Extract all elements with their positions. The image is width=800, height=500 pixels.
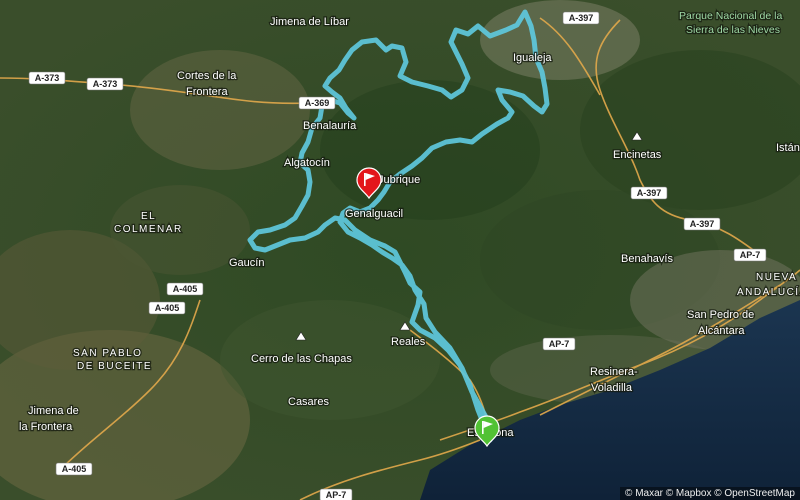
map-attribution[interactable]: © Maxar © Mapbox © OpenStreetMap bbox=[620, 487, 800, 500]
road-shield: A-397 bbox=[630, 186, 668, 200]
satellite-map[interactable]: Jimena de Líbar Parque Nacional de la Si… bbox=[0, 0, 800, 500]
svg-text:AP-7: AP-7 bbox=[549, 339, 570, 349]
svg-text:A-397: A-397 bbox=[569, 13, 594, 23]
place-label: Istán bbox=[776, 142, 800, 154]
svg-text:A-369: A-369 bbox=[305, 98, 330, 108]
road-shield: A-405 bbox=[166, 282, 204, 296]
place-label: Alcántara bbox=[698, 325, 745, 337]
road-shield: A-373 bbox=[28, 71, 66, 85]
svg-text:A-373: A-373 bbox=[93, 79, 118, 89]
place-label: COLMENAR bbox=[114, 224, 183, 235]
place-label: Benalauría bbox=[303, 120, 357, 132]
svg-text:A-397: A-397 bbox=[690, 219, 715, 229]
place-label: ANDALUCÍA bbox=[737, 285, 800, 298]
svg-text:A-405: A-405 bbox=[155, 303, 180, 313]
place-label: Gaucín bbox=[229, 257, 264, 269]
svg-text:A-373: A-373 bbox=[35, 73, 60, 83]
place-label: Benahavís bbox=[621, 253, 673, 265]
place-label: Frontera bbox=[186, 86, 228, 98]
place-label: Encinetas bbox=[613, 149, 662, 161]
place-label: Parque Nacional de la bbox=[679, 10, 782, 22]
road-shield: A-373 bbox=[86, 77, 124, 91]
svg-text:A-397: A-397 bbox=[637, 188, 662, 198]
road-shield: A-397 bbox=[683, 217, 721, 231]
place-label: Jimena de Líbar bbox=[270, 16, 349, 28]
road-shield: AP-7 bbox=[319, 488, 353, 500]
place-label: San Pedro de bbox=[687, 309, 754, 321]
place-label: Casares bbox=[288, 396, 329, 408]
place-label: Sierra de las Nieves bbox=[686, 24, 780, 36]
place-label: DE BUCEITE bbox=[77, 361, 152, 372]
road-shield: AP-7 bbox=[542, 337, 576, 351]
place-label: Reales bbox=[391, 336, 426, 348]
place-label: SAN PABLO bbox=[73, 348, 142, 359]
road-shield: A-405 bbox=[148, 301, 186, 315]
place-label: Igualeja bbox=[513, 52, 552, 64]
place-label: EL bbox=[141, 211, 156, 222]
svg-text:A-405: A-405 bbox=[173, 284, 198, 294]
svg-text:AP-7: AP-7 bbox=[326, 490, 347, 500]
place-label: Genalguacil bbox=[345, 208, 403, 220]
place-label: Jimena de bbox=[28, 405, 79, 417]
svg-text:AP-7: AP-7 bbox=[740, 250, 761, 260]
place-label: Voladilla bbox=[591, 382, 633, 394]
road-shield: A-405 bbox=[55, 462, 93, 476]
place-label: Algatocín bbox=[284, 157, 330, 169]
place-label: Cerro de las Chapas bbox=[251, 353, 352, 365]
place-label: la Frontera bbox=[19, 421, 73, 433]
road-shield: A-397 bbox=[562, 11, 600, 25]
place-label: Cortes de la bbox=[177, 70, 237, 82]
place-label: Jubrique bbox=[378, 174, 420, 186]
place-label: NUEVA bbox=[756, 272, 797, 283]
road-shield: AP-7 bbox=[733, 248, 767, 262]
svg-text:A-405: A-405 bbox=[62, 464, 87, 474]
place-label: Resinera- bbox=[590, 366, 638, 378]
road-shield: A-369 bbox=[298, 96, 336, 110]
